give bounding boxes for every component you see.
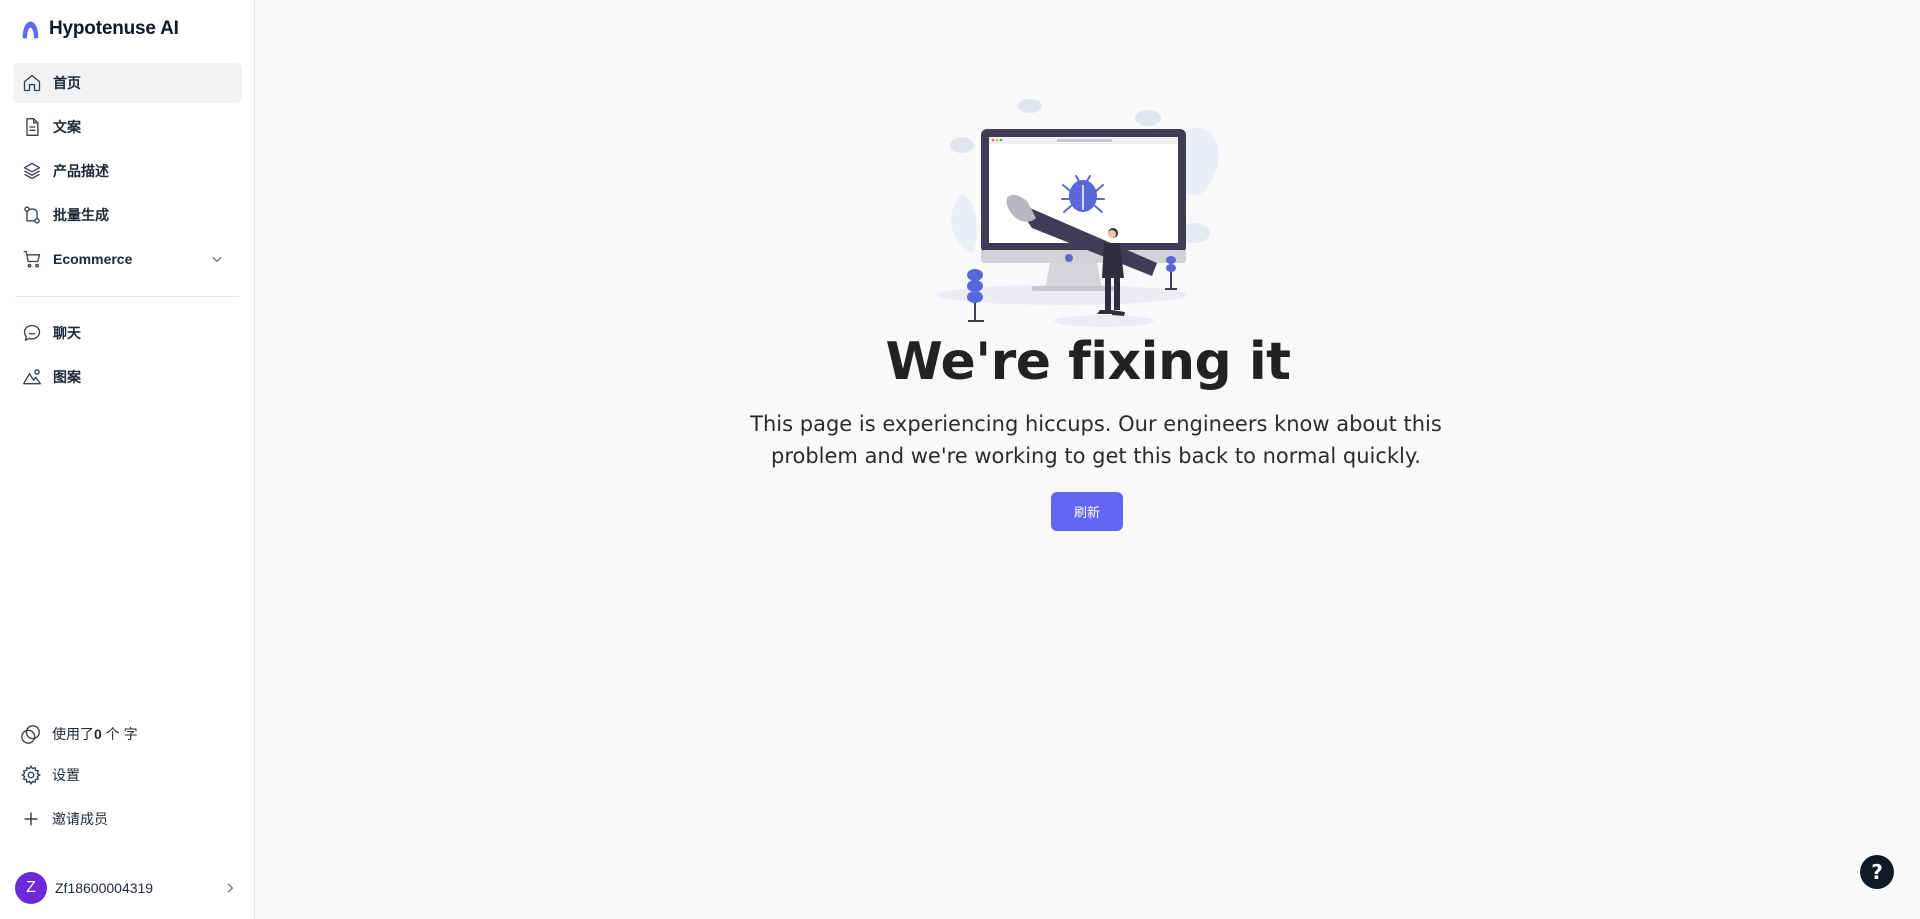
usage-suffix: 个 字 [101,726,138,742]
sidebar-item-label: 聊天 [53,325,81,341]
home-icon [22,73,42,93]
word-usage[interactable]: 使用了0 个 字 [20,720,138,748]
avatar: Z [15,872,47,904]
invite-label: 邀请成员 [52,811,108,827]
sidebar-item-bulk-generate[interactable]: 批量生成 [13,195,242,235]
cart-icon [22,249,42,269]
sidebar-item-label: 文案 [53,119,81,135]
sidebar-item-label: 图案 [53,369,81,385]
brand-name: Hypotenuse AI [49,18,179,39]
gear-icon [21,765,41,785]
plus-icon [24,812,38,826]
main-content: We're fixing it This page is experiencin… [256,0,1920,919]
sidebar-item-images[interactable]: 图案 [13,357,242,397]
username: Zf18600004319 [55,880,154,896]
brand[interactable]: Hypotenuse AI [20,18,179,40]
bug-fixing-illustration [937,99,1219,327]
usage-prefix: 使用了 [52,726,94,742]
sidebar-item-label: 首页 [53,75,81,91]
usage-count: 0 [94,726,102,742]
chevron-down-icon[interactable] [210,252,224,266]
sidebar-item-chat[interactable]: 聊天 [13,313,242,353]
usage-rings-icon [21,725,40,744]
chat-icon [22,323,42,343]
invite-members-link[interactable]: 邀请成员 [20,805,108,833]
user-account[interactable]: Z Zf18600004319 [15,872,237,904]
image-mountain-icon [22,367,42,387]
sidebar-item-copywriting[interactable]: 文案 [13,107,242,147]
sidebar-item-label: 批量生成 [53,207,109,223]
git-branch-icon [22,205,42,225]
page-title: We're fixing it [885,332,1291,392]
document-icon [22,117,42,137]
sidebar-item-product-description[interactable]: 产品描述 [13,151,242,191]
sidebar-item-label: 产品描述 [53,163,109,179]
sidebar-item-home[interactable]: 首页 [13,63,242,103]
hypotenuse-logo-icon [22,21,39,38]
chevron-right-icon [227,883,234,893]
layers-icon [22,161,42,181]
refresh-button[interactable]: 刷新 [1051,492,1123,531]
help-icon: ? [1871,860,1883,884]
settings-link[interactable]: 设置 [20,761,80,789]
sidebar-item-ecommerce[interactable]: Ecommerce [13,239,242,279]
settings-label: 设置 [52,767,80,783]
help-button[interactable]: ? [1860,855,1894,889]
sidebar-divider [15,296,239,297]
sidebar: Hypotenuse AI 首页 文案 产品描述 批量生成 Ecommerce [0,0,255,919]
usage-text: 使用了0 个 字 [52,724,138,744]
error-message: This page is experiencing hiccups. Our e… [750,412,1442,468]
sidebar-item-label: Ecommerce [53,251,133,267]
